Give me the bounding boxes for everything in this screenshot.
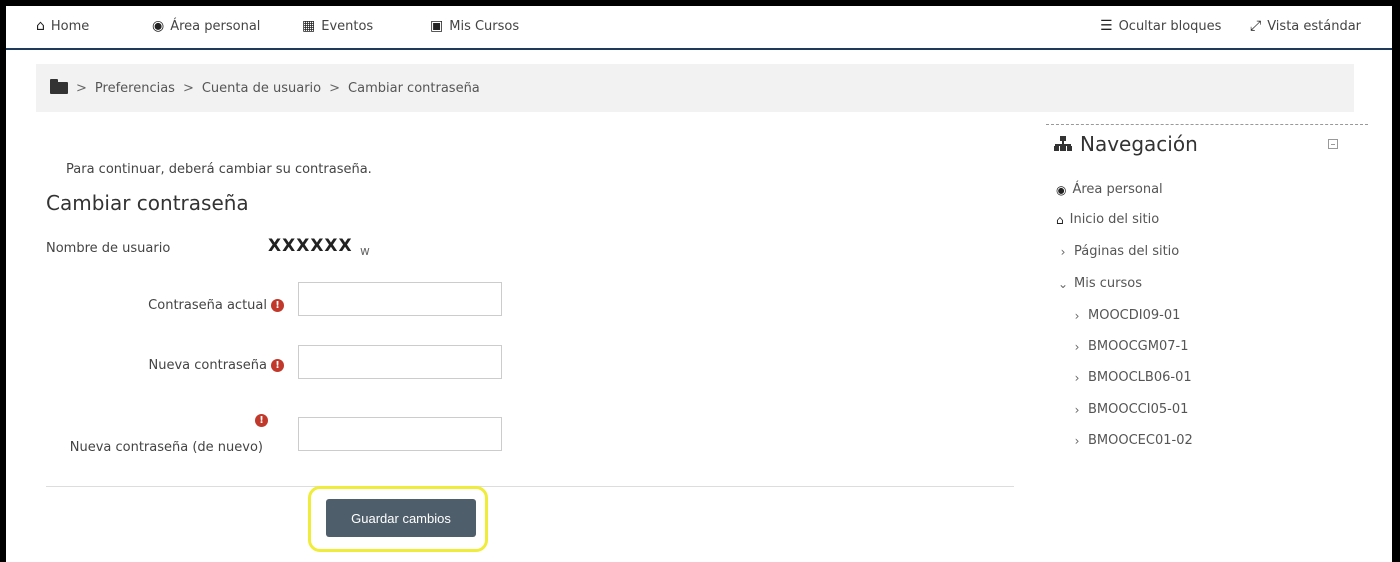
sidebar-title-text: Navegación <box>1080 132 1198 156</box>
dashboard-icon: ◉ <box>152 18 165 34</box>
breadcrumb-item-preferencias[interactable]: Preferencias <box>95 81 175 96</box>
course-label: BMOOCCI05-01 <box>1088 402 1189 417</box>
nav-ocultar-bloques[interactable]: ☰ Ocultar bloques <box>1100 18 1221 34</box>
top-navbar: ⌂ Home ◉ Área personal ▦ Eventos ▣ Mis C… <box>6 6 1392 50</box>
folder-icon[interactable] <box>50 79 68 94</box>
sidebar-top-border <box>1046 124 1368 125</box>
nav-vista-estandar-label: Vista estándar <box>1267 18 1362 34</box>
sidebar-item-paginas[interactable]: › Páginas del sitio <box>1058 244 1180 259</box>
new-password-label: Nueva contraseña! <box>66 358 284 373</box>
nav-home-label: Home <box>50 18 90 34</box>
breadcrumb-separator: > <box>329 80 341 96</box>
sidebar-title: Navegación <box>1054 132 1198 156</box>
required-icon: ! <box>271 299 284 312</box>
nav-eventos-label: Eventos <box>321 18 374 34</box>
nav-ocultar-bloques-label: Ocultar bloques <box>1118 18 1222 34</box>
sidebar-item-label: Inicio del sitio <box>1069 212 1160 227</box>
course-label: MOOCDI09-01 <box>1088 308 1181 323</box>
chevron-right-icon: › <box>1074 308 1080 323</box>
new-password-label-text: Nueva contraseña <box>148 358 267 373</box>
sitemap-icon <box>1054 136 1072 152</box>
username-label: Nombre de usuario <box>46 241 171 256</box>
save-button[interactable]: Guardar cambios <box>326 499 476 537</box>
sidebar-course-item[interactable]: › BMOOCLB06-01 <box>1072 370 1192 385</box>
repeat-password-input[interactable] <box>298 417 502 451</box>
sidebar-course-item[interactable]: › BMOOCCI05-01 <box>1072 402 1189 417</box>
username-value: XXXXXX <box>268 236 353 256</box>
page-title: Cambiar contraseña <box>46 191 249 215</box>
briefcase-icon: ▣ <box>430 18 444 34</box>
breadcrumb-item-cambiar: Cambiar contraseña <box>348 80 480 96</box>
chevron-down-icon: ⌄ <box>1058 276 1069 291</box>
nav-eventos[interactable]: ▦ Eventos <box>302 18 373 34</box>
sidebar-item-label: Área personal <box>1072 182 1163 197</box>
sidebar-item-label: Páginas del sitio <box>1074 244 1180 259</box>
home-icon: ⌂ <box>36 18 45 34</box>
sidebar-item-label: Mis cursos <box>1074 276 1142 291</box>
breadcrumb-separator: > <box>76 80 87 96</box>
repeat-password-label: Nueva contraseña (de nuevo) <box>69 440 263 455</box>
new-password-input[interactable] <box>298 345 502 379</box>
required-icon: ! <box>271 359 284 372</box>
course-label: BMOOCGM07-1 <box>1088 339 1189 354</box>
chevron-right-icon: › <box>1060 244 1066 259</box>
course-label: BMOOCEC01-02 <box>1088 433 1193 448</box>
sidebar-course-item[interactable]: › MOOCDI09-01 <box>1072 308 1181 323</box>
current-password-label: Contraseña actual! <box>66 298 284 313</box>
home-icon: ⌂ <box>1056 212 1064 227</box>
collapse-icon[interactable] <box>1328 139 1338 149</box>
current-password-input[interactable] <box>298 282 502 316</box>
breadcrumb-item-cuenta[interactable]: Cuenta de usuario <box>202 81 321 96</box>
sidebar-course-item[interactable]: › BMOOCEC01-02 <box>1072 433 1193 448</box>
nav-home[interactable]: ⌂ Home <box>36 18 89 34</box>
current-password-label-text: Contraseña actual <box>148 298 267 313</box>
calendar-icon: ▦ <box>302 18 316 34</box>
breadcrumb-separator: > <box>182 80 194 96</box>
chevron-right-icon: › <box>1074 433 1080 448</box>
course-label: BMOOCLB06-01 <box>1088 370 1192 385</box>
nav-vista-estandar[interactable]: ⤢ Vista estándar <box>1250 18 1361 34</box>
username-suffix: w <box>360 244 370 258</box>
compress-icon: ⤢ <box>1250 18 1262 34</box>
list-icon: ☰ <box>1100 18 1113 34</box>
sidebar-item-area-personal[interactable]: ◉ Área personal <box>1056 182 1163 197</box>
notice-text: Para continuar, deberá cambiar su contra… <box>66 162 372 177</box>
breadcrumb: > Preferencias > Cuenta de usuario > Cam… <box>36 64 1354 112</box>
nav-mis-cursos[interactable]: ▣ Mis Cursos <box>430 18 519 34</box>
chevron-right-icon: › <box>1074 339 1080 354</box>
sidebar-item-inicio[interactable]: ⌂ Inicio del sitio <box>1056 212 1159 227</box>
required-icon: ! <box>255 414 268 427</box>
form-divider <box>46 486 1014 487</box>
dashboard-icon: ◉ <box>1056 182 1067 197</box>
sidebar-item-mis-cursos[interactable]: ⌄ Mis cursos <box>1058 276 1142 291</box>
page-frame: ⌂ Home ◉ Área personal ▦ Eventos ▣ Mis C… <box>6 6 1392 562</box>
nav-mis-cursos-label: Mis Cursos <box>449 18 520 34</box>
nav-area-personal-label: Área personal <box>170 18 261 34</box>
sidebar-course-item[interactable]: › BMOOCGM07-1 <box>1072 339 1189 354</box>
nav-area-personal[interactable]: ◉ Área personal <box>152 18 260 34</box>
chevron-right-icon: › <box>1074 402 1080 417</box>
chevron-right-icon: › <box>1074 370 1080 385</box>
